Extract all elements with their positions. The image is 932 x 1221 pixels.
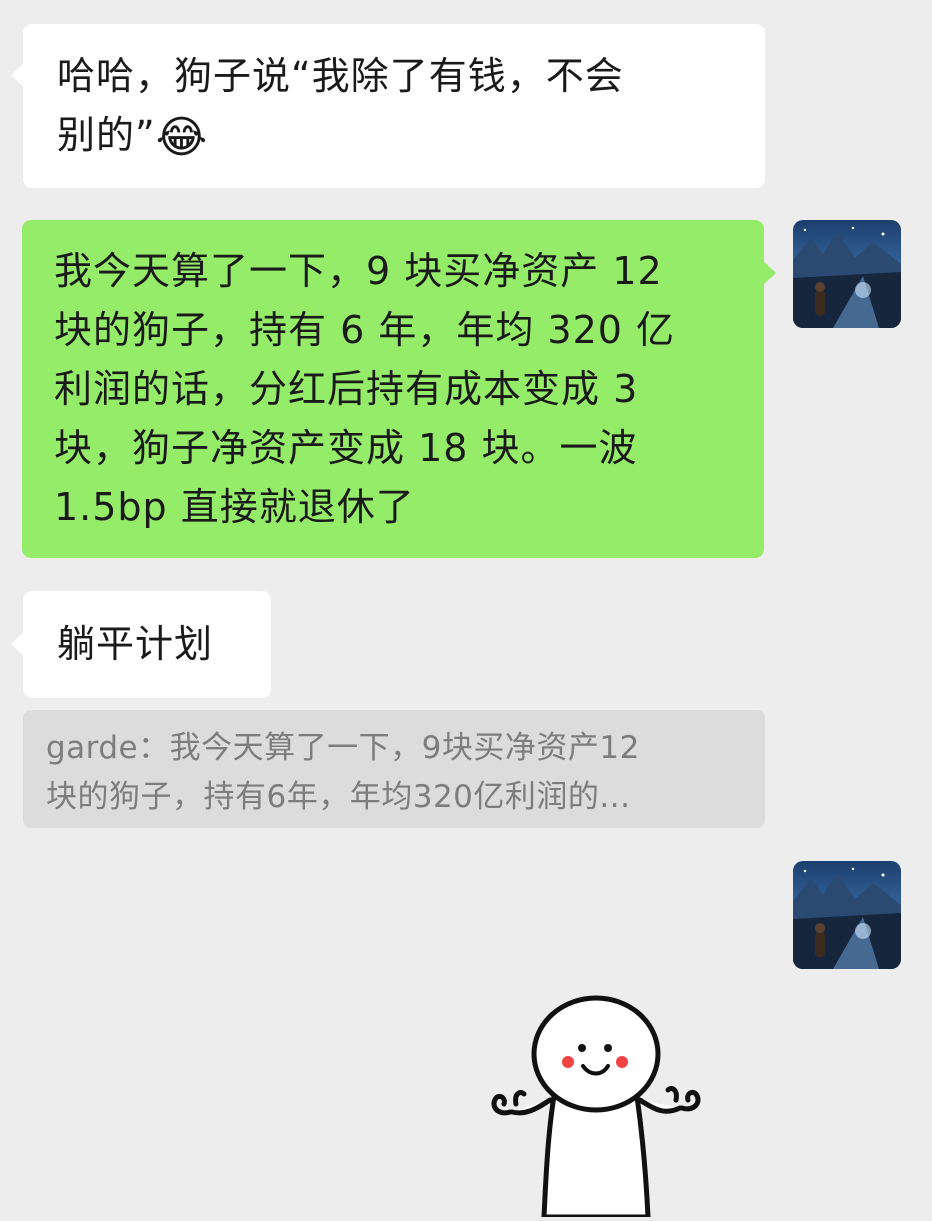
- user-avatar[interactable]: [793, 220, 901, 328]
- tears-of-joy-emoji-icon: 😂: [155, 112, 209, 163]
- message-bubble-outgoing[interactable]: 我今天算了一下，9 块买净资产 12 块的狗子，持有 6 年，年均 320 亿 …: [22, 220, 764, 558]
- user-avatar[interactable]: [793, 861, 901, 969]
- night-sky-avatar-icon: [793, 220, 901, 328]
- shrugging-stick-figure-sticker[interactable]: [480, 990, 720, 1220]
- quoted-message[interactable]: garde：我今天算了一下，9块买净资产12 块的狗子，持有6年，年均320亿利…: [23, 710, 765, 828]
- bubble-tail: [764, 262, 776, 284]
- night-sky-avatar-icon: [793, 861, 901, 969]
- message-line: 块的狗子，持有 6 年，年均 320 亿: [54, 308, 676, 352]
- shrug-sticker-icon: [491, 995, 701, 1220]
- message-text: 躺平计划: [57, 622, 214, 666]
- quote-text: garde：我今天算了一下，9块买净资产12: [46, 730, 640, 766]
- message-line: 我今天算了一下，9 块买净资产 12: [54, 249, 663, 293]
- bubble-tail: [11, 633, 23, 655]
- message-text: 哈哈，狗子说“我除了有钱，不会: [57, 54, 624, 98]
- message-text: 别的”😂: [57, 112, 209, 163]
- message-line: 1.5bp 直接就退休了: [54, 485, 415, 529]
- message-line: 块，狗子净资产变成 18 块。一波: [54, 426, 638, 470]
- message-bubble-incoming[interactable]: 躺平计划: [23, 591, 271, 698]
- bubble-tail: [11, 64, 23, 86]
- message-bubble-incoming[interactable]: 哈哈，狗子说“我除了有钱，不会 别的”😂: [23, 24, 765, 188]
- quote-text: 块的狗子，持有6年，年均320亿利润的...: [46, 779, 631, 815]
- message-line: 利润的话，分红后持有成本变成 3: [54, 367, 639, 411]
